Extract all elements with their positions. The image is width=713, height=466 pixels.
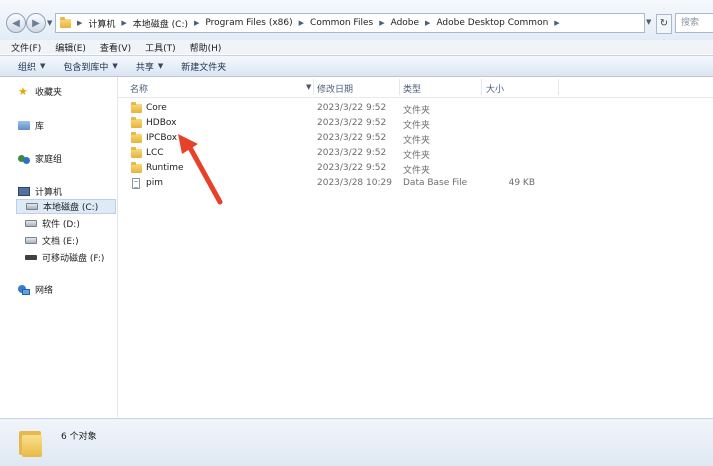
breadcrumb-program-files-x86[interactable]: Program Files (x86) xyxy=(205,18,292,28)
file-type: 文件夹 xyxy=(403,121,431,131)
menu-help[interactable]: 帮助(H) xyxy=(190,41,222,54)
nav-homegroup[interactable]: 家庭组 xyxy=(18,152,62,165)
column-divider[interactable] xyxy=(399,79,400,95)
share-button[interactable]: 共享 ▼ xyxy=(136,60,163,73)
hard-drive-icon xyxy=(25,237,37,244)
folder-icon xyxy=(131,117,142,128)
file-type: 文件夹 xyxy=(403,151,431,161)
file-name: Core xyxy=(146,103,167,113)
file-type: 文件夹 xyxy=(403,166,431,176)
column-size[interactable]: 大小 xyxy=(486,82,504,95)
breadcrumb-computer[interactable]: 计算机 xyxy=(88,17,115,30)
nav-drive-f[interactable]: 可移动磁盘 (F:) xyxy=(25,251,104,264)
removable-drive-icon xyxy=(25,255,37,260)
file-date: 2023/3/22 9:52 xyxy=(317,163,387,173)
menu-bar: 文件(F) 编辑(E) 查看(V) 工具(T) 帮助(H) xyxy=(0,40,713,54)
folder-icon xyxy=(131,102,142,113)
history-dropdown-icon[interactable]: ▼ xyxy=(47,19,52,27)
chevron-right-icon[interactable]: ▶ xyxy=(77,19,82,27)
column-name[interactable]: 名称 xyxy=(130,82,148,95)
chevron-right-icon[interactable]: ▶ xyxy=(425,19,430,27)
database-file-icon xyxy=(132,178,140,189)
file-list: 名称 ▼ 修改日期 类型 大小 Core 2023/3/22 9:52 文件夹 … xyxy=(118,77,713,417)
column-type[interactable]: 类型 xyxy=(403,82,421,95)
file-type: 文件夹 xyxy=(403,106,431,116)
chevron-right-icon[interactable]: ▶ xyxy=(379,19,384,27)
chevron-right-icon[interactable]: ▶ xyxy=(554,19,559,27)
hard-drive-icon xyxy=(26,203,38,210)
file-date: 2023/3/22 9:52 xyxy=(317,148,387,158)
navigation-pane: ★ 收藏夹 库 家庭组 计算机 本地磁盘 (C:) 软件 (D:) 文档 (E:… xyxy=(0,77,118,417)
breadcrumb-common-files[interactable]: Common Files xyxy=(310,18,373,28)
back-arrow-icon: ◀ xyxy=(12,17,20,29)
breadcrumb-adobe-desktop-common[interactable]: Adobe Desktop Common xyxy=(436,18,548,28)
chevron-down-icon: ▼ xyxy=(40,62,46,70)
refresh-icon: ↻ xyxy=(659,18,669,29)
search-input[interactable]: 搜索 xyxy=(675,13,713,33)
file-date: 2023/3/28 10:29 xyxy=(317,178,392,188)
folder-icon xyxy=(131,147,142,158)
column-date[interactable]: 修改日期 xyxy=(317,82,353,95)
nav-drive-d[interactable]: 软件 (D:) xyxy=(25,217,80,230)
nav-network[interactable]: 网络 xyxy=(18,283,53,296)
computer-icon xyxy=(18,187,30,196)
file-date: 2023/3/22 9:52 xyxy=(317,118,387,128)
file-date: 2023/3/22 9:52 xyxy=(317,103,387,113)
library-icon xyxy=(18,121,30,130)
nav-drive-e[interactable]: 文档 (E:) xyxy=(25,234,79,247)
menu-tools[interactable]: 工具(T) xyxy=(145,41,176,54)
file-type: 文件夹 xyxy=(403,136,431,146)
file-name: pim xyxy=(146,178,163,188)
status-bar: 6 个对象 xyxy=(0,418,713,466)
star-icon: ★ xyxy=(18,84,28,98)
file-name: LCC xyxy=(146,148,164,158)
folder-icon xyxy=(60,16,71,28)
chevron-right-icon[interactable]: ▶ xyxy=(299,19,304,27)
nav-computer[interactable]: 计算机 xyxy=(18,185,62,198)
item-count: 6 个对象 xyxy=(61,432,97,442)
nav-drive-c[interactable]: 本地磁盘 (C:) xyxy=(16,199,116,214)
file-name: HDBox xyxy=(146,118,177,128)
address-toolbar: ◀ ▶ ▼ ▶ 计算机 ▶ 本地磁盘 (C:) ▶ Program Files … xyxy=(0,0,713,41)
homegroup-icon xyxy=(18,154,30,164)
nav-libraries[interactable]: 库 xyxy=(18,119,44,132)
column-header: 名称 ▼ 修改日期 类型 大小 xyxy=(118,77,713,98)
breadcrumb-local-disk-c[interactable]: 本地磁盘 (C:) xyxy=(133,17,188,30)
file-row[interactable]: HDBox 2023/3/22 9:52 文件夹 xyxy=(118,116,713,131)
back-button[interactable]: ◀ xyxy=(6,13,26,33)
new-folder-button[interactable]: 新建文件夹 xyxy=(181,60,226,73)
column-divider[interactable] xyxy=(313,79,314,95)
breadcrumb-adobe[interactable]: Adobe xyxy=(391,18,419,28)
folder-icon xyxy=(131,162,142,173)
menu-edit[interactable]: 编辑(E) xyxy=(55,41,86,54)
folder-icon xyxy=(131,132,142,143)
chevron-down-icon: ▼ xyxy=(112,62,118,70)
chevron-right-icon[interactable]: ▶ xyxy=(194,19,199,27)
chevron-right-icon[interactable]: ▶ xyxy=(121,19,126,27)
red-arrow-annotation xyxy=(178,134,223,205)
folder-icon xyxy=(19,429,43,457)
file-date: 2023/3/22 9:52 xyxy=(317,133,387,143)
organize-button[interactable]: 组织 ▼ xyxy=(18,60,45,73)
column-divider[interactable] xyxy=(481,79,482,95)
address-dropdown-icon[interactable]: ▼ xyxy=(646,18,651,26)
hard-drive-icon xyxy=(25,220,37,227)
sort-dropdown-icon[interactable]: ▼ xyxy=(306,83,311,91)
menu-view[interactable]: 查看(V) xyxy=(100,41,131,54)
menu-file[interactable]: 文件(F) xyxy=(11,41,41,54)
include-in-library-button[interactable]: 包含到库中 ▼ xyxy=(63,60,117,73)
address-bar[interactable]: ▶ 计算机 ▶ 本地磁盘 (C:) ▶ Program Files (x86) … xyxy=(55,13,645,33)
refresh-button[interactable]: ↻ xyxy=(656,14,672,34)
file-size: 49 KB xyxy=(508,178,535,188)
file-type: Data Base File xyxy=(403,178,468,188)
command-bar: 组织 ▼ 包含到库中 ▼ 共享 ▼ 新建文件夹 xyxy=(0,55,713,77)
column-divider[interactable] xyxy=(558,79,559,95)
forward-button[interactable]: ▶ xyxy=(26,13,46,33)
chevron-down-icon: ▼ xyxy=(157,62,164,70)
search-placeholder: 搜索 xyxy=(681,18,700,28)
network-icon xyxy=(18,284,30,295)
nav-favorites[interactable]: ★ 收藏夹 xyxy=(18,84,62,99)
forward-arrow-icon: ▶ xyxy=(32,17,40,29)
file-row[interactable]: Core 2023/3/22 9:52 文件夹 xyxy=(118,101,713,116)
